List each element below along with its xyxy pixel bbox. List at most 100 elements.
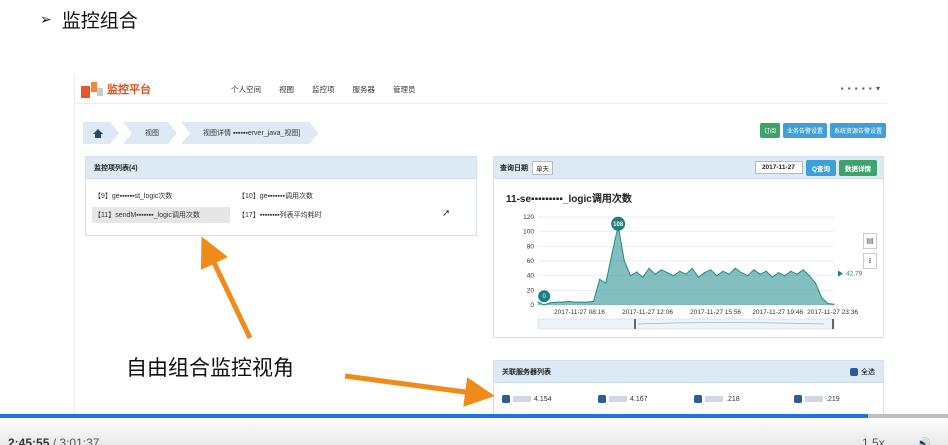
x-tick-label: 2017-11-27 19:46 [752, 309, 803, 316]
server-item[interactable]: 4.154 [502, 395, 598, 403]
slide-title: 监控组合 [61, 10, 138, 32]
total-time: 3:01:37 [59, 436, 100, 445]
checkbox-icon [850, 368, 858, 376]
navigator-handle-right [832, 319, 834, 329]
nav-item-servers[interactable]: 服务器 [353, 84, 376, 95]
timeseries-chart[interactable]: 0 20 40 60 80 100 120 2017-11-27 08:16 2017-11-2… [494, 205, 885, 335]
y-tick-label: 80 [527, 243, 535, 250]
data-point [611, 253, 613, 255]
nav-items: 个人空间 视图 监控项 服务器 管理员 [231, 84, 416, 95]
annotation-text: 自由组合监控视角 [126, 356, 294, 380]
navigator [537, 318, 835, 330]
nav-item-personal[interactable]: 个人空间 [231, 84, 261, 95]
date-input[interactable]: 2017-11-27 [754, 161, 803, 174]
video-player-controls: 2:45:55 / 3:01:37 1.5x 🔊 [0, 418, 948, 445]
chart-panel-header: 查询日期 单天 2017-11-27 Q查询 数据详情 [494, 157, 883, 179]
data-point [796, 273, 798, 275]
list-item[interactable]: 【9】ge▪▪▪▪▪▪st_logic次数 [94, 191, 228, 201]
last-value-label: 42.79 [846, 271, 863, 278]
data-point [753, 269, 755, 271]
server-item[interactable]: .218 [694, 395, 794, 403]
x-tick-label: 2017-11-27 15:56 [690, 309, 741, 316]
data-point [586, 301, 588, 303]
current-time: 2:45:55 [8, 436, 50, 445]
export-icon[interactable]: ▤ [863, 233, 877, 249]
volume-icon[interactable]: 🔊 [916, 437, 931, 445]
data-point [685, 273, 687, 275]
data-point [562, 301, 564, 303]
data-point [580, 301, 582, 303]
list-item[interactable]: 【17】▪▪▪▪▪▪▪▪列表平均耗时 [238, 210, 388, 220]
download-icon[interactable]: ⭳ [863, 253, 877, 269]
user-menu[interactable]: ▪ ▪ ▪ ▪ ▪ ▾ [841, 84, 881, 93]
server-item[interactable]: .219 [794, 395, 884, 403]
nav-item-admin[interactable]: 管理员 [393, 84, 416, 95]
data-point [599, 278, 601, 280]
nav-item-views[interactable]: 视图 [279, 84, 294, 95]
data-point [691, 267, 693, 269]
chart-panel: 查询日期 单天 2017-11-27 Q查询 数据详情 11-se▪▪▪▪▪▪▪… [493, 156, 884, 338]
data-point [574, 301, 576, 303]
data-point [673, 275, 675, 277]
biz-alarm-button[interactable]: 业务告警设置 [782, 123, 827, 138]
data-point [629, 275, 632, 277]
bullet-arrow-icon: ➢ [40, 11, 52, 27]
data-point [716, 275, 718, 277]
breadcrumb-views[interactable]: 视图 [123, 122, 177, 144]
data-point [784, 275, 786, 277]
breadcrumb-view-detail: 视图详情 ▪▪▪▪▪▪erver_java_视图] [181, 122, 318, 144]
y-tick-label: 100 [523, 229, 534, 236]
data-point [827, 302, 829, 305]
sys-alarm-button[interactable]: 系统资源告警设置 [829, 123, 886, 138]
y-tick-label: 60 [527, 258, 535, 265]
y-tick-label: 0 [530, 302, 534, 309]
y-tick-label: 20 [527, 287, 535, 294]
data-point [777, 272, 780, 274]
select-all[interactable]: 全选 [850, 367, 875, 377]
data-point [537, 301, 539, 303]
server-item[interactable]: 4.167 [598, 395, 694, 403]
monitor-list: 【9】ge▪▪▪▪▪▪st_logic次数 【10】ge▪▪▪▪▪▪▪调用次数 … [86, 179, 476, 223]
data-point [821, 297, 823, 299]
checkbox-icon [598, 395, 606, 403]
data-point [740, 272, 743, 274]
mouse-cursor-icon: ➚ [442, 208, 451, 219]
data-point [543, 304, 545, 306]
data-point [642, 276, 644, 278]
data-point [654, 273, 656, 275]
data-point [833, 303, 835, 305]
subscribe-button[interactable]: 订阅 [759, 123, 780, 138]
slide-heading: ➢ 监控组合 [40, 6, 138, 33]
data-point [568, 300, 570, 302]
breadcrumb-home[interactable] [83, 122, 119, 144]
data-point [592, 300, 595, 302]
logo[interactable]: 监控平台 [81, 80, 151, 98]
max-label: 108 [613, 222, 624, 228]
checkbox-icon [502, 395, 510, 403]
data-point [660, 269, 662, 271]
home-icon [93, 129, 103, 138]
query-button[interactable]: Q查询 [805, 159, 836, 176]
list-item[interactable]: 【10】ge▪▪▪▪▪▪▪调用次数 [238, 191, 388, 201]
data-point [710, 269, 712, 271]
select-all-label: 全选 [861, 369, 875, 376]
data-point [765, 270, 767, 272]
servers-panel-title: 关联服务器列表 [494, 361, 883, 383]
logo-icon [81, 80, 103, 98]
navigator-handle-left [634, 319, 636, 329]
checkbox-icon [794, 395, 802, 403]
date-mode-select[interactable]: 单天 [532, 160, 553, 175]
data-point [648, 267, 650, 269]
x-tick-label: 2017-11-27 23:36 [807, 309, 858, 316]
data-point [697, 276, 699, 278]
top-nav: 监控平台 个人空间 视图 监控项 服务器 管理员 ▪ ▪ ▪ ▪ ▪ ▾ [75, 74, 887, 104]
nav-item-monitors[interactable]: 监控项 [312, 84, 335, 95]
data-point [814, 282, 817, 284]
chart-tools: ▤ ⭳ [863, 233, 877, 269]
data-point [808, 275, 810, 277]
playback-speed[interactable]: 1.5x [862, 436, 885, 445]
list-item-selected[interactable]: 【11】sendM▪▪▪▪▪▪▪_logic调用次数 [92, 207, 230, 223]
breadcrumb: 视图 视图详情 ▪▪▪▪▪▪erver_java_视图] [83, 122, 322, 144]
data-point [679, 270, 681, 272]
data-detail-button[interactable]: 数据详情 [839, 159, 877, 176]
